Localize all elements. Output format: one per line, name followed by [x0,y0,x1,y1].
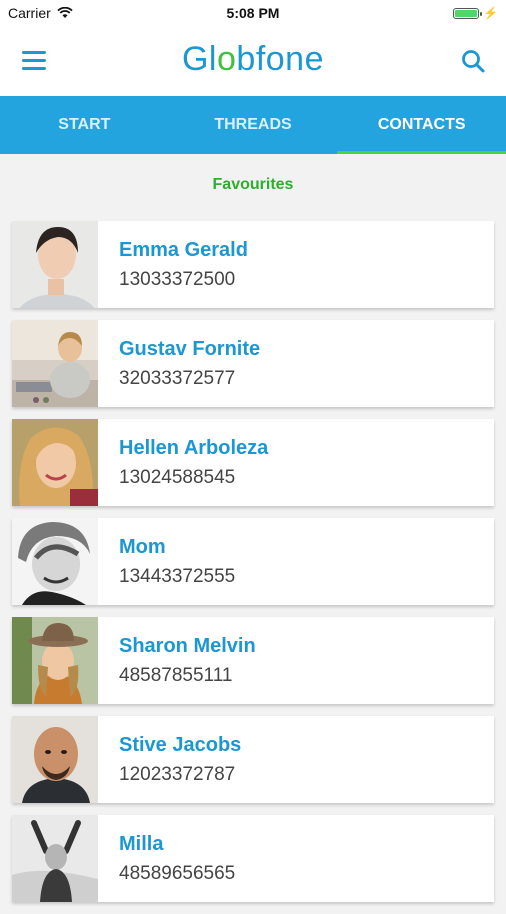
contact-card[interactable]: Mom 13443372555 [12,518,494,605]
contact-phone: 48589656565 [119,863,236,884]
battery-level-fill [455,9,478,17]
contact-phone: 13024588545 [119,467,236,488]
charging-icon: ⚡ [483,6,498,20]
contact-phone: 48587855111 [119,665,233,686]
contact-phone: 32033372577 [119,368,236,389]
avatar [12,419,98,506]
battery-icon [453,7,483,19]
contact-card[interactable]: Milla 48589656565 [12,815,494,902]
logo-text-end: bfone [236,40,324,78]
contact-phone: 12023372787 [119,764,236,785]
app-logo: Globfone [0,40,506,79]
search-button[interactable] [458,46,488,76]
contact-card[interactable]: Gustav Fornite 32033372577 [12,320,494,407]
section-title: Favourites [212,176,294,193]
contact-name: Gustav Fornite [119,338,261,360]
contact-name: Mom [119,536,166,558]
contact-card[interactable]: Emma Gerald 13033372500 [12,221,494,308]
tab-bar: START THREADS CONTACTS [0,96,506,154]
contact-name: Emma Gerald [119,239,248,261]
avatar [12,221,98,308]
contact-phone: 13033372500 [119,269,236,290]
avatar [12,320,98,407]
avatar [12,716,98,803]
status-right: ⚡ [453,6,498,20]
contact-card[interactable]: Hellen Arboleza 13024588545 [12,419,494,506]
contact-list: Emma Gerald 13033372500 Gustav Fornite 3… [12,221,494,914]
contact-name: Hellen Arboleza [119,437,269,459]
search-icon [462,50,485,73]
contact-card[interactable]: Sharon Melvin 48587855111 [12,617,494,704]
tab-contacts[interactable]: CONTACTS [337,96,506,154]
tab-threads[interactable]: THREADS [169,96,338,154]
avatar [12,617,98,704]
tab-start[interactable]: START [0,96,169,154]
contact-phone: 13443372555 [119,566,236,587]
app-header: Globfone [0,26,506,96]
logo-text-accent: o [216,40,237,78]
avatar [12,815,98,902]
logo-text-start: Gl [181,40,217,78]
status-time: 5:08 PM [226,5,280,21]
contact-name: Stive Jacobs [119,734,242,756]
status-bar: Carrier 5:08 PM ⚡ [0,0,506,26]
contact-card[interactable]: Stive Jacobs 12023372787 [12,716,494,803]
contact-name: Milla [119,833,164,855]
avatar [12,518,98,605]
contact-name: Sharon Melvin [119,635,256,657]
